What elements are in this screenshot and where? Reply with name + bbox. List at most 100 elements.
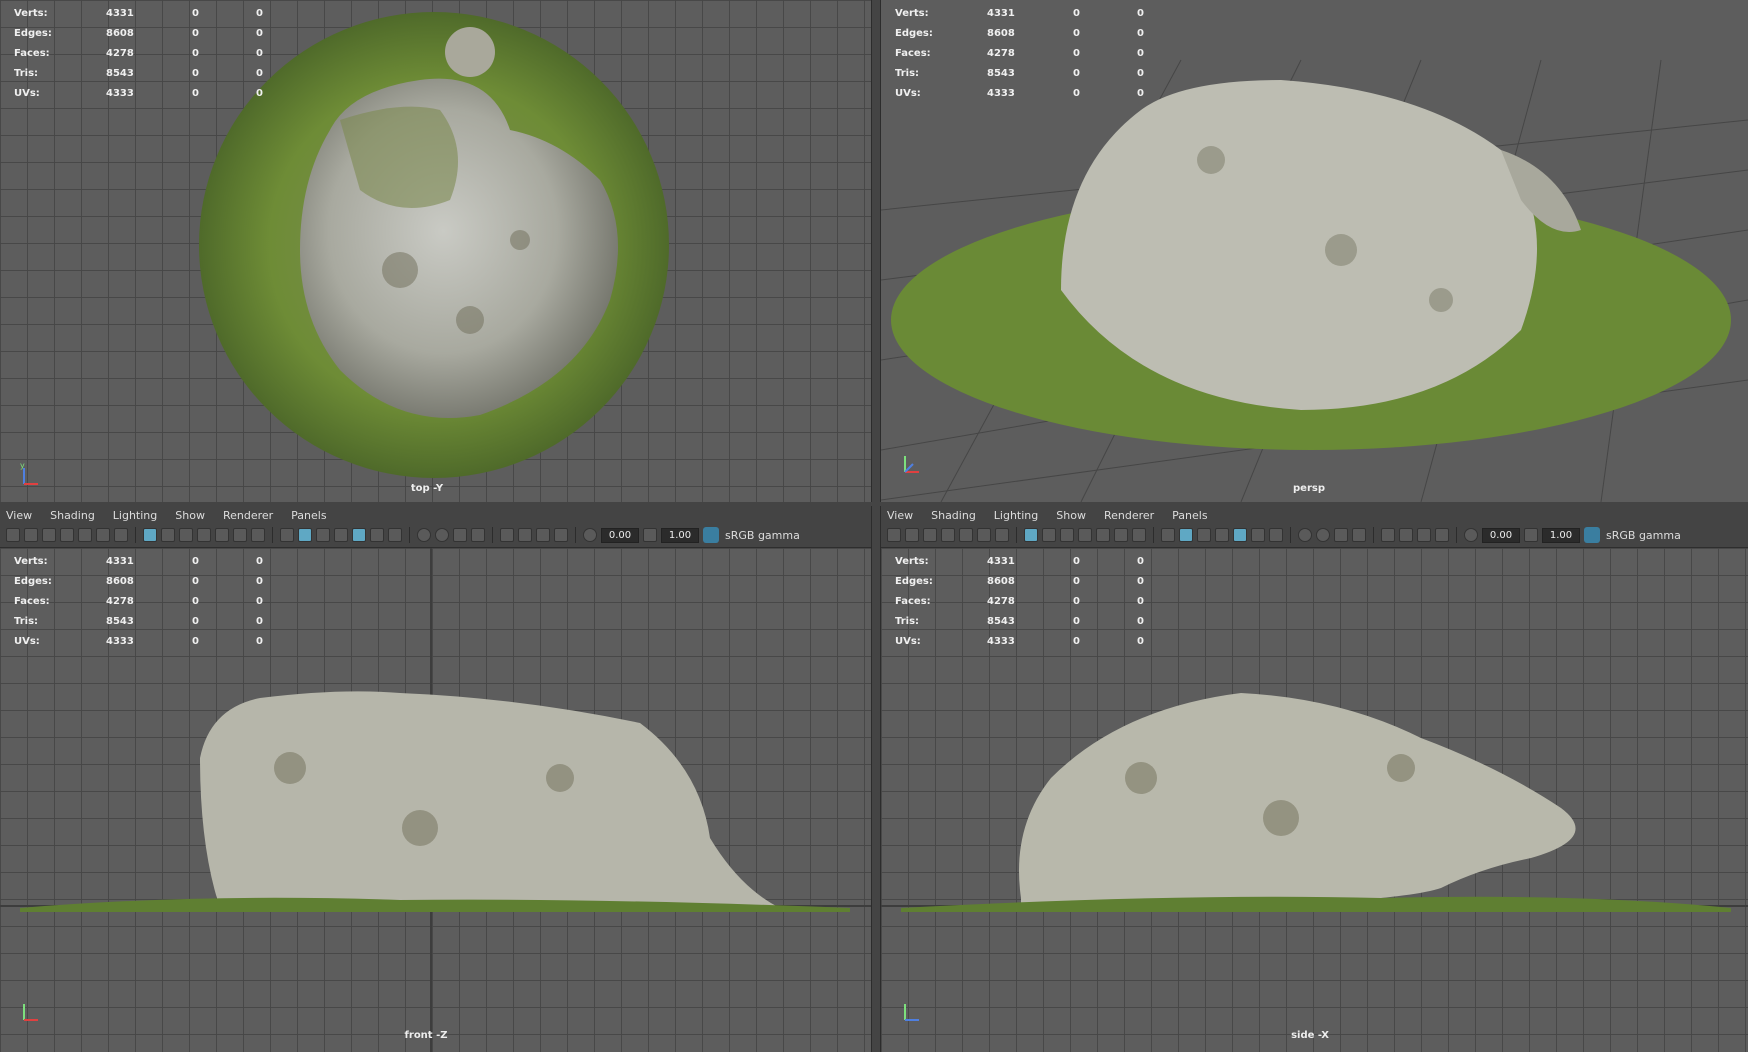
stats-row: Verts: 4331 0 0 — [14, 552, 286, 572]
stats-v2: 0 — [1073, 8, 1080, 19]
resolution-gate-icon[interactable] — [1060, 528, 1074, 542]
xray-icon[interactable] — [352, 528, 366, 542]
menu-show[interactable]: Show — [175, 509, 205, 522]
use-all-lights-icon[interactable] — [370, 528, 384, 542]
wireframe-on-shaded-icon[interactable] — [1215, 528, 1229, 542]
ambient-occlusion-icon[interactable] — [1298, 528, 1312, 542]
menu-panels[interactable]: Panels — [1172, 509, 1207, 522]
xray-joints-icon[interactable] — [1399, 528, 1413, 542]
color-management-icon[interactable] — [1584, 527, 1600, 543]
viewport-persp[interactable]: Verts: 4331 0 0 Edges: 8608 0 0 Faces: 4278 0 0 Tris… — [881, 0, 1748, 502]
bookmark-icon[interactable] — [941, 528, 955, 542]
toolbar-separator — [272, 527, 273, 543]
anti-alias-icon[interactable] — [453, 528, 467, 542]
menu-shading[interactable]: Shading — [50, 509, 95, 522]
stats-v1: 4331 — [987, 8, 1015, 19]
ambient-occlusion-icon[interactable] — [417, 528, 431, 542]
stats-v1: 8608 — [106, 576, 134, 587]
wireframe-icon[interactable] — [1161, 528, 1175, 542]
camera-attr-icon[interactable] — [42, 528, 56, 542]
exposure-field[interactable]: 0.00 — [1482, 527, 1520, 543]
grease-pencil-icon[interactable] — [995, 528, 1009, 542]
2d-pan-icon[interactable] — [96, 528, 110, 542]
film-gate-icon[interactable] — [1042, 528, 1056, 542]
safe-title-icon[interactable] — [1132, 528, 1146, 542]
wireframe-on-shaded-icon[interactable] — [334, 528, 348, 542]
panel-toolbar-left: View Shading Lighting Show Renderer Panels 0.… — [0, 506, 871, 548]
exposure-icon[interactable] — [583, 528, 597, 542]
backface-icon[interactable] — [1435, 528, 1449, 542]
anti-alias-icon[interactable] — [1334, 528, 1348, 542]
color-management-icon[interactable] — [703, 527, 719, 543]
isolate-select-icon[interactable] — [500, 528, 514, 542]
motion-blur-icon[interactable] — [435, 528, 449, 542]
dof-icon[interactable] — [471, 528, 485, 542]
use-all-lights-icon[interactable] — [1251, 528, 1265, 542]
safe-action-icon[interactable] — [1114, 528, 1128, 542]
xray-joints-icon[interactable] — [518, 528, 532, 542]
stats-label: UVs: — [895, 88, 921, 99]
viewport-side[interactable]: Verts: 4331 0 0 Edges: 8608 0 0 Faces: 4278 0 0 Tris… — [881, 548, 1748, 1052]
menu-renderer[interactable]: Renderer — [1104, 509, 1154, 522]
default-material-icon[interactable] — [1197, 528, 1211, 542]
grid-icon[interactable] — [1024, 528, 1038, 542]
menu-view[interactable]: View — [887, 509, 913, 522]
grease-pencil-icon[interactable] — [114, 528, 128, 542]
stats-v1: 4333 — [987, 88, 1015, 99]
smooth-shade-icon[interactable] — [298, 528, 312, 542]
viewport-front[interactable]: Verts: 4331 0 0 Edges: 8608 0 0 Faces: 4278 0 0 Tris… — [0, 548, 871, 1052]
menu-lighting[interactable]: Lighting — [994, 509, 1038, 522]
gamma-icon[interactable] — [643, 528, 657, 542]
gamma-field[interactable]: 1.00 — [1542, 527, 1580, 543]
stats-row: UVs: 4333 0 0 — [14, 84, 286, 104]
gate-mask-icon[interactable] — [1078, 528, 1092, 542]
smooth-shade-icon[interactable] — [1179, 528, 1193, 542]
view-transform-label[interactable]: sRGB gamma — [1606, 529, 1681, 542]
shadows-icon[interactable] — [388, 528, 402, 542]
panel-divider-vertical[interactable] — [871, 0, 881, 1052]
resolution-gate-icon[interactable] — [179, 528, 193, 542]
default-material-icon[interactable] — [316, 528, 330, 542]
menu-shading[interactable]: Shading — [931, 509, 976, 522]
gate-mask-icon[interactable] — [197, 528, 211, 542]
xray-icon[interactable] — [1233, 528, 1247, 542]
menu-renderer[interactable]: Renderer — [223, 509, 273, 522]
exposure-icon[interactable] — [1464, 528, 1478, 542]
dof-icon[interactable] — [1352, 528, 1366, 542]
gamma-icon[interactable] — [1524, 528, 1538, 542]
lock-camera-icon[interactable] — [905, 528, 919, 542]
stats-v3: 0 — [1137, 616, 1144, 627]
field-chart-icon[interactable] — [1096, 528, 1110, 542]
menu-lighting[interactable]: Lighting — [113, 509, 157, 522]
field-chart-icon[interactable] — [215, 528, 229, 542]
viewport-top[interactable]: Verts: 4331 0 0 Edges: 8608 0 0 Faces: 4278 0 0 Tris… — [0, 0, 871, 502]
wireframe-icon[interactable] — [280, 528, 294, 542]
exposure-field[interactable]: 0.00 — [601, 527, 639, 543]
xray-active-icon[interactable] — [1417, 528, 1431, 542]
menu-show[interactable]: Show — [1056, 509, 1086, 522]
camera-select-icon[interactable] — [887, 528, 901, 542]
image-plane-icon[interactable] — [78, 528, 92, 542]
gamma-field[interactable]: 1.00 — [661, 527, 699, 543]
safe-action-icon[interactable] — [233, 528, 247, 542]
image-plane-icon[interactable] — [959, 528, 973, 542]
shadows-icon[interactable] — [1269, 528, 1283, 542]
camera-attr-icon[interactable] — [923, 528, 937, 542]
menu-view[interactable]: View — [6, 509, 32, 522]
view-transform-label[interactable]: sRGB gamma — [725, 529, 800, 542]
stats-v1: 4278 — [106, 596, 134, 607]
backface-icon[interactable] — [554, 528, 568, 542]
film-gate-icon[interactable] — [161, 528, 175, 542]
bookmark-icon[interactable] — [60, 528, 74, 542]
stats-v1: 4331 — [106, 556, 134, 567]
xray-active-icon[interactable] — [536, 528, 550, 542]
lock-camera-icon[interactable] — [24, 528, 38, 542]
menu-panels[interactable]: Panels — [291, 509, 326, 522]
motion-blur-icon[interactable] — [1316, 528, 1330, 542]
isolate-select-icon[interactable] — [1381, 528, 1395, 542]
camera-select-icon[interactable] — [6, 528, 20, 542]
grid-icon[interactable] — [143, 528, 157, 542]
panel-toolbar-right: View Shading Lighting Show Renderer Panels 0.… — [881, 506, 1748, 548]
2d-pan-icon[interactable] — [977, 528, 991, 542]
safe-title-icon[interactable] — [251, 528, 265, 542]
